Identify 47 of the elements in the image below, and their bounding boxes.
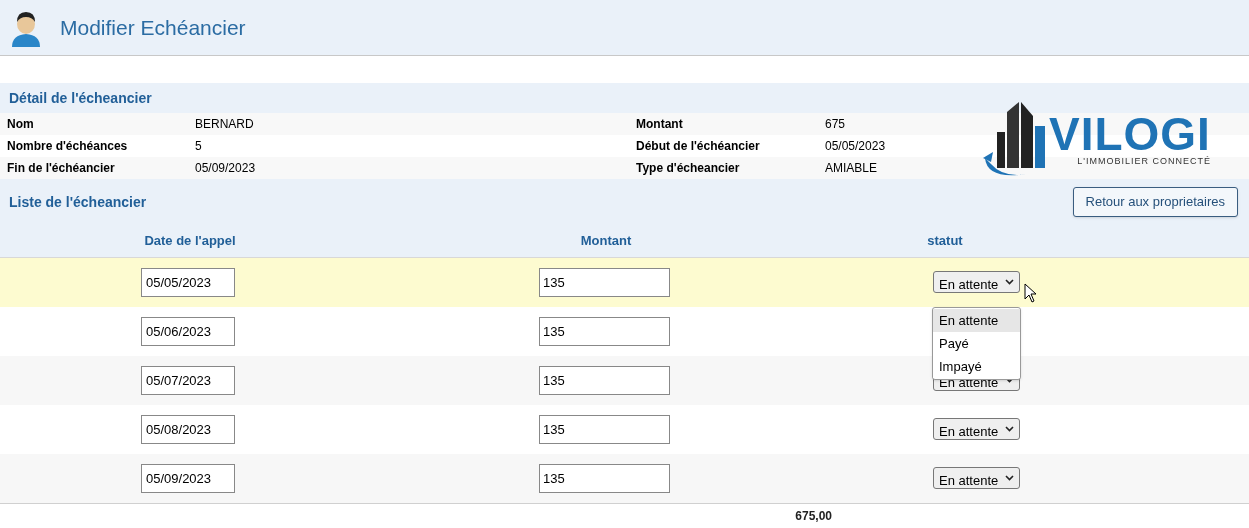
column-header: statut bbox=[927, 233, 963, 249]
date-input[interactable]: 05/09/2023 bbox=[141, 464, 235, 493]
date-input[interactable]: 05/07/2023 bbox=[141, 366, 235, 395]
table-row[interactable]: 05/09/2023 135 En attente bbox=[0, 454, 1249, 503]
status-select[interactable]: En attente bbox=[933, 418, 1020, 441]
amount-input[interactable]: 135 bbox=[539, 415, 670, 444]
status-select[interactable]: En attente bbox=[933, 271, 1020, 294]
section-title: Détail de l'écheancier bbox=[9, 88, 152, 108]
status-value: En attente bbox=[939, 471, 999, 486]
amount-input[interactable]: 135 bbox=[539, 366, 670, 395]
field-value: AMIABLE bbox=[825, 161, 878, 175]
total-amount: 675,00 bbox=[795, 508, 832, 523]
amount-input[interactable]: 135 bbox=[539, 317, 670, 346]
field-value: 05/09/2023 bbox=[195, 161, 256, 175]
chevron-down-icon bbox=[1005, 279, 1014, 286]
dropdown-option[interactable]: Impayé bbox=[933, 355, 1020, 379]
section-title: Liste de l'écheancier bbox=[9, 192, 147, 212]
status-value: En attente bbox=[939, 275, 999, 290]
field-label: Montant bbox=[636, 117, 683, 131]
date-input[interactable]: 05/05/2023 bbox=[141, 268, 235, 297]
dropdown-option[interactable]: Payé bbox=[933, 332, 1020, 356]
chevron-down-icon bbox=[1005, 377, 1014, 384]
field-label: Début de l'échéancier bbox=[636, 139, 760, 153]
date-input[interactable]: 05/08/2023 bbox=[141, 415, 235, 444]
back-button[interactable]: Retour aux proprietaires bbox=[1072, 187, 1238, 217]
column-header: Date de l'appel bbox=[144, 233, 236, 249]
logo-wordmark: VILOGI bbox=[1049, 113, 1211, 156]
field-value: 05/05/2023 bbox=[825, 139, 886, 153]
column-header: Montant bbox=[580, 233, 632, 249]
amount-input[interactable]: 135 bbox=[539, 268, 670, 297]
chevron-down-icon bbox=[1005, 475, 1014, 482]
chevron-down-icon bbox=[1005, 426, 1014, 433]
status-select[interactable]: En attente bbox=[933, 467, 1020, 490]
mouse-pointer-icon bbox=[1024, 283, 1037, 304]
field-label: Nombre d'échéances bbox=[7, 139, 128, 153]
field-value: 5 bbox=[195, 139, 202, 153]
status-value: En attente bbox=[939, 422, 999, 437]
date-input[interactable]: 05/06/2023 bbox=[141, 317, 235, 346]
page-title: Modifier Echéancier bbox=[60, 14, 246, 41]
field-value: 675 bbox=[825, 117, 846, 131]
field-label: Type d'écheancier bbox=[636, 161, 740, 175]
field-value: BERNARD bbox=[195, 117, 254, 131]
amount-input[interactable]: 135 bbox=[539, 464, 670, 493]
dropdown-option[interactable]: En attente bbox=[933, 309, 1020, 333]
logo-tagline: L'IMMOBILIER CONNECTÉ bbox=[1077, 155, 1211, 169]
field-label: Nom bbox=[7, 117, 34, 131]
field-label: Fin de l'échéancier bbox=[7, 161, 115, 175]
